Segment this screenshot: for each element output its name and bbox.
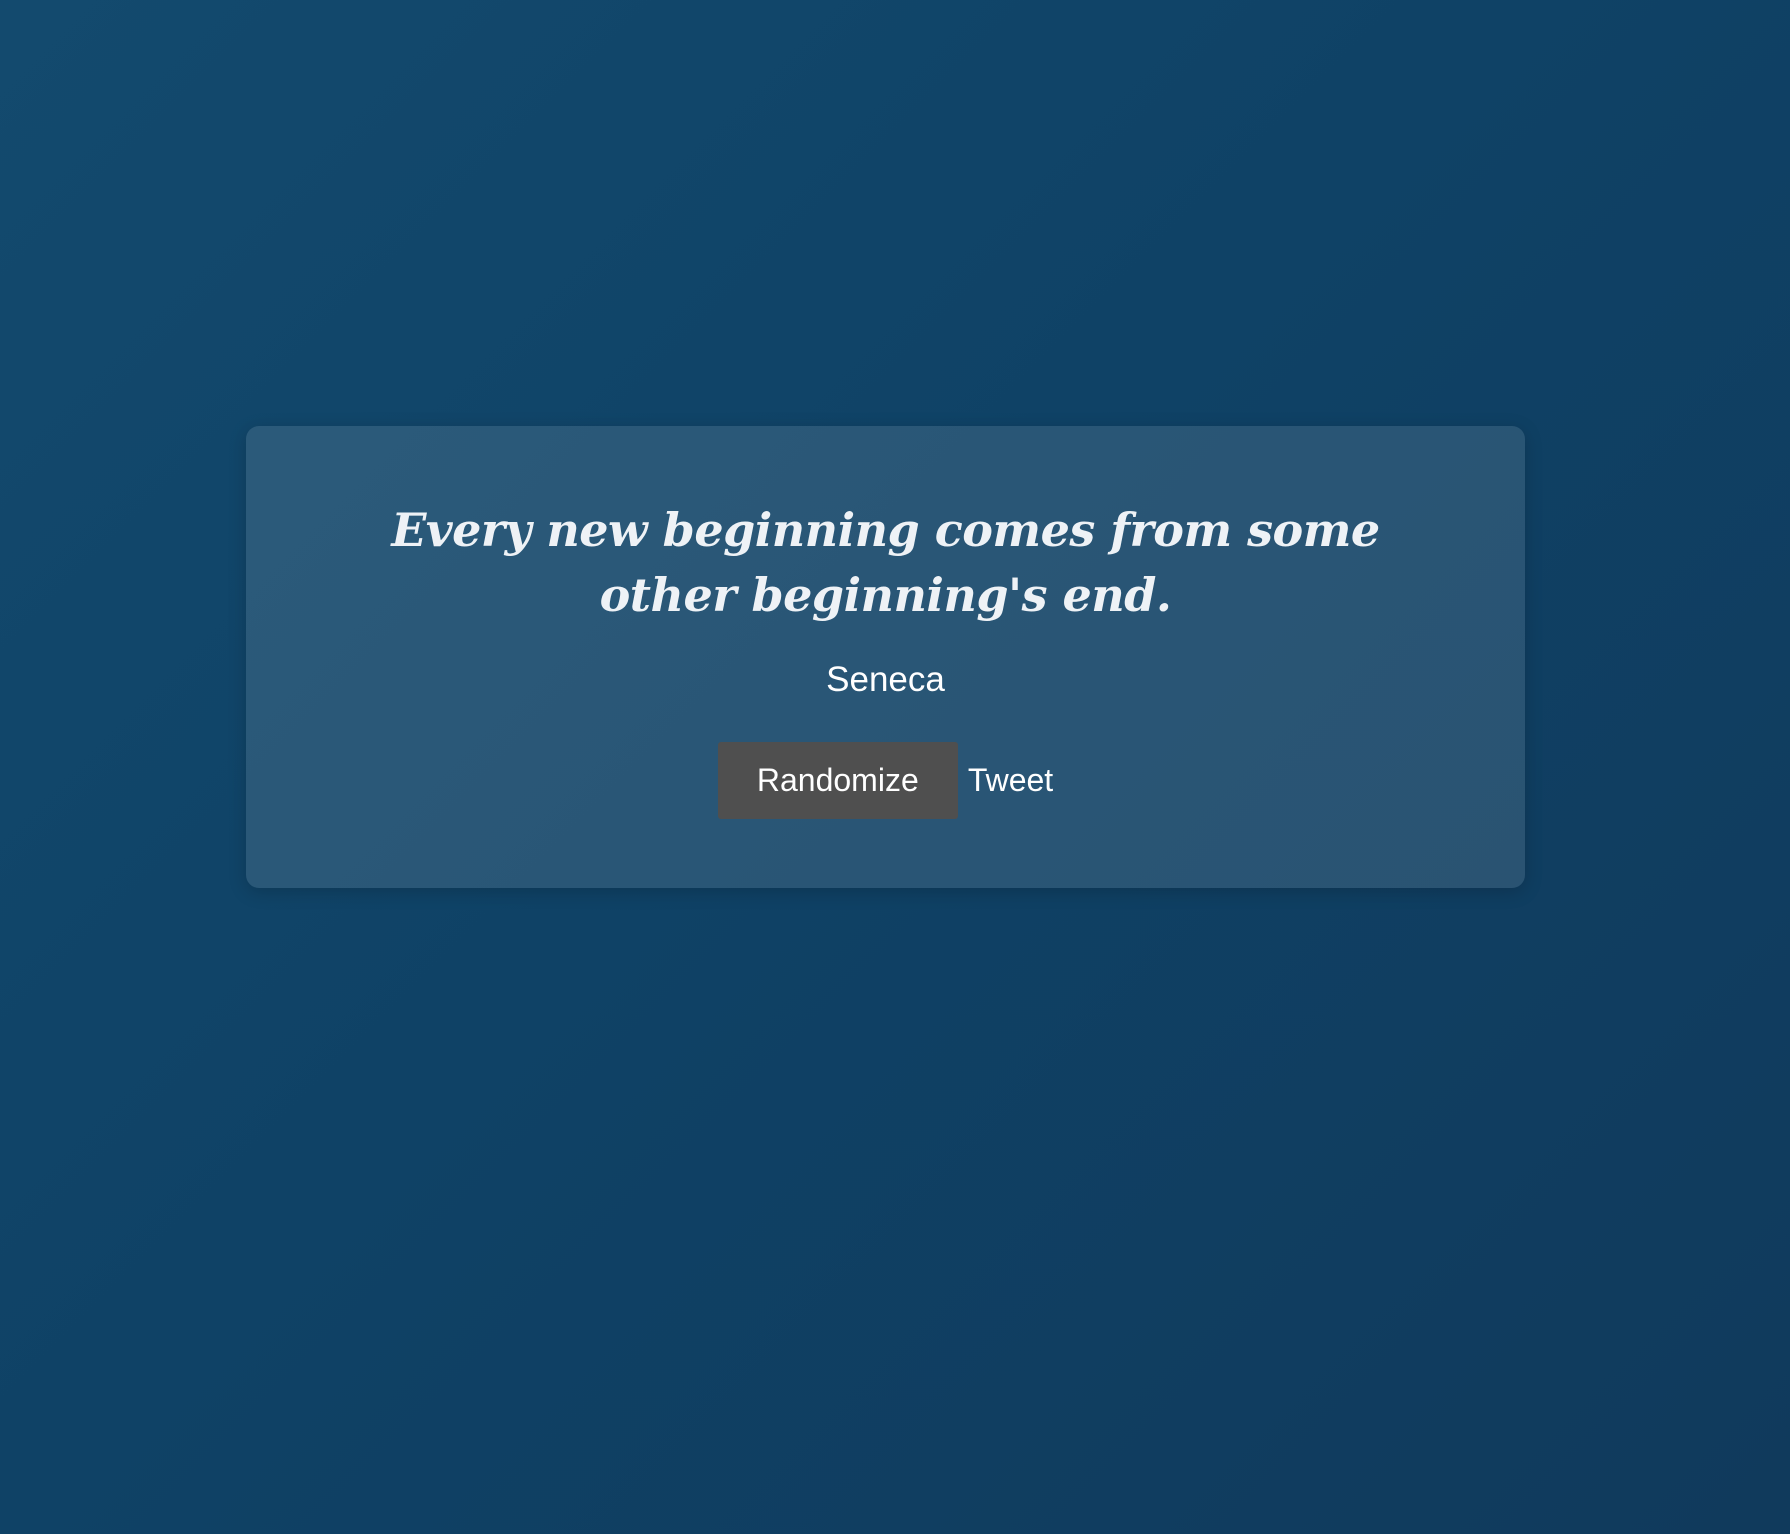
quote-actions: Randomize Tweet xyxy=(717,742,1053,819)
quote-text: Every new beginning comes from some othe… xyxy=(391,503,1380,622)
quote-card: Every new beginning comes from some othe… xyxy=(246,426,1525,888)
tweet-link[interactable]: Tweet xyxy=(968,762,1053,799)
quote-author: Seneca xyxy=(826,660,945,699)
randomize-button[interactable]: Randomize xyxy=(717,742,958,819)
